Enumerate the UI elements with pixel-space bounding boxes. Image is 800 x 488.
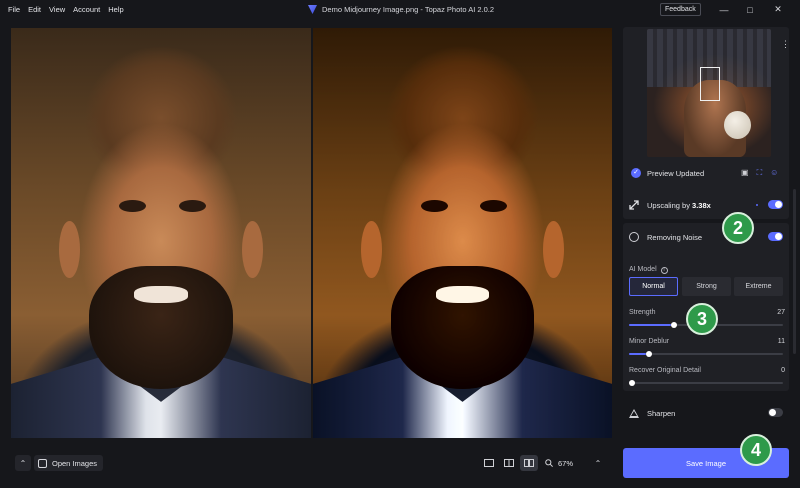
strength-value: 27: [777, 309, 785, 316]
crop-icon[interactable]: ▣: [741, 168, 749, 178]
menu-bar: File Edit View Account Help: [4, 0, 128, 19]
preview-status: ✓ Preview Updated: [631, 168, 704, 178]
original-photo: [11, 28, 311, 438]
upscaling-header: Upscaling by 3.38x: [629, 191, 711, 219]
minor-deblur-slider-fill: [629, 353, 646, 355]
sharpen-toggle[interactable]: [768, 408, 783, 417]
thumbnail-ball: [723, 110, 752, 140]
zoom-level: 67%: [558, 458, 574, 468]
minor-deblur-label: Minor Deblur: [629, 338, 670, 345]
beard-shape: [89, 265, 233, 389]
preview-tools: ▣ ⛶ ☺: [741, 168, 778, 178]
eye-right: [179, 200, 206, 213]
sharpen-header: Sharpen: [629, 399, 675, 427]
mouth-shape: [134, 286, 188, 303]
strength-slider-fill: [629, 324, 671, 326]
window-title-text: Demo Midjourney Image.png - Topaz Photo …: [322, 5, 495, 14]
preview-status-text: Preview Updated: [647, 168, 705, 178]
kebab-menu-icon[interactable]: ⋮: [781, 39, 790, 50]
processed-image-pane[interactable]: [313, 28, 612, 438]
preview-card: ⋮ ✓ Preview Updated ▣ ⛶ ☺: [623, 27, 790, 197]
model-normal-button[interactable]: Normal: [629, 277, 678, 296]
ear-right: [242, 220, 263, 279]
panel-scrollbar[interactable]: [793, 189, 796, 354]
noise-toggle[interactable]: [768, 232, 783, 241]
recover-detail-slider-knob[interactable]: [629, 380, 635, 386]
navigator-selection-box[interactable]: [700, 67, 720, 101]
face-icon[interactable]: ☺: [770, 168, 778, 178]
upscaling-label: Upscaling by 3.38x: [647, 200, 711, 210]
step-badge-4: 4: [740, 434, 772, 466]
zoom-control[interactable]: 67%: [545, 455, 573, 471]
recover-detail-value: 0: [781, 367, 785, 374]
chevron-up-icon[interactable]: ⌃: [15, 455, 31, 471]
sharpen-title: Sharpen: [647, 408, 676, 418]
title-bar: File Edit View Account Help Demo Midjour…: [0, 0, 800, 19]
noise-icon: [629, 232, 639, 242]
info-icon[interactable]: i: [660, 267, 668, 274]
step-badge-2: 2: [722, 212, 754, 244]
upscale-arrow-icon: [629, 200, 639, 210]
right-panel: ⋮ ✓ Preview Updated ▣ ⛶ ☺ Upscaling by 3…: [620, 19, 800, 488]
menu-view[interactable]: View: [45, 0, 69, 19]
mouth-shape: [435, 286, 490, 303]
side-by-side-icon[interactable]: [520, 455, 538, 471]
upscaling-section[interactable]: Upscaling by 3.38x: [623, 191, 789, 219]
original-image-pane[interactable]: [11, 28, 311, 438]
ear-left: [360, 220, 382, 279]
processed-photo: [313, 28, 612, 438]
window-title: Demo Midjourney Image.png - Topaz Photo …: [308, 0, 494, 19]
open-images-icon: [38, 458, 47, 468]
topaz-logo-icon: [308, 5, 317, 14]
recover-detail-label: Recover Original Detail: [629, 367, 701, 374]
ai-model-label: AI Model i: [629, 266, 668, 274]
zoom-icon: [545, 459, 553, 467]
ear-left: [59, 220, 80, 279]
open-images-button[interactable]: Open Images: [34, 455, 104, 471]
menu-edit[interactable]: Edit: [24, 0, 45, 19]
upscaling-toggle[interactable]: [768, 200, 783, 209]
feedback-button[interactable]: Feedback: [660, 3, 701, 16]
single-view-icon[interactable]: [480, 455, 498, 471]
strength-label: Strength: [629, 309, 656, 316]
minor-deblur-slider[interactable]: [629, 351, 783, 357]
zoom-menu-chevron-icon[interactable]: ⌃: [590, 455, 606, 471]
noise-title: Removing Noise: [647, 232, 703, 242]
menu-account[interactable]: Account: [69, 0, 104, 19]
upscaling-factor: 3.38x: [692, 200, 711, 210]
check-circle-icon: ✓: [631, 168, 641, 178]
eye-left: [420, 200, 448, 213]
menu-help[interactable]: Help: [104, 0, 127, 19]
sharpen-icon: [629, 408, 639, 418]
minor-deblur-value: 11: [777, 338, 785, 345]
sharpen-section[interactable]: Sharpen: [623, 399, 789, 427]
eye-left: [119, 200, 146, 213]
beard-shape: [390, 265, 535, 389]
model-extreme-button[interactable]: Extreme: [734, 277, 783, 296]
strength-slider-knob[interactable]: [670, 322, 677, 328]
fullscreen-icon[interactable]: ⛶: [757, 168, 763, 178]
eye-right: [480, 200, 508, 213]
step-badge-3: 3: [686, 303, 718, 335]
menu-file[interactable]: File: [4, 0, 24, 19]
model-strong-button[interactable]: Strong: [682, 277, 731, 296]
close-icon[interactable]: ✕: [766, 0, 790, 19]
maximize-icon[interactable]: □: [738, 0, 762, 19]
open-images-label: Open Images: [52, 458, 98, 468]
noise-header[interactable]: Removing Noise: [629, 223, 702, 251]
recover-detail-slider[interactable]: [629, 380, 783, 386]
split-view-icon[interactable]: [500, 455, 518, 471]
upscaling-status-dot: [756, 204, 758, 206]
navigator-thumbnail[interactable]: [647, 29, 771, 157]
minor-deblur-slider-knob[interactable]: [645, 351, 652, 357]
ear-right: [543, 220, 565, 279]
minimize-icon[interactable]: —: [712, 0, 736, 19]
